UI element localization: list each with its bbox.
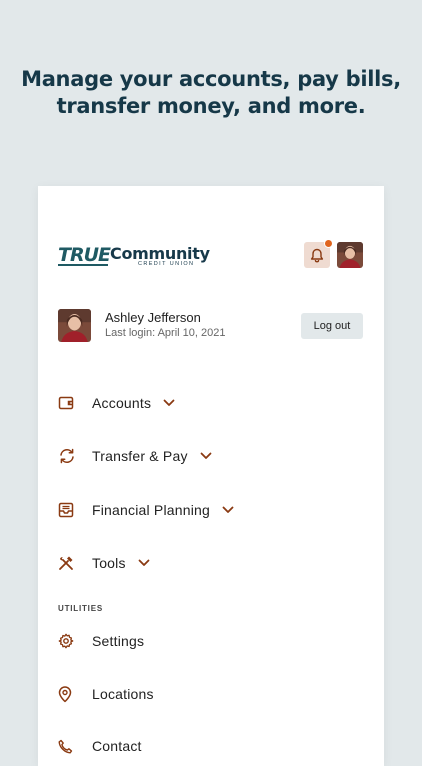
logo-underline [58,264,108,266]
chevron-down-icon [163,399,175,407]
avatar-image [337,242,363,268]
headline: Manage your accounts, pay bills, transfe… [0,66,422,120]
transfer-icon [58,446,84,466]
menu-item-tools[interactable]: Tools [58,548,358,578]
menu-item-transfer-pay[interactable]: Transfer & Pay [58,441,358,471]
last-login-text: Last login: April 10, 2021 [105,327,226,339]
logout-button[interactable]: Log out [301,313,363,339]
notification-badge-dot [324,239,333,248]
navigation-panel: TRUE Community CREDIT UNION Ashley Jeffe… [38,186,384,766]
utility-item-contact[interactable]: Contact [58,731,358,761]
logo-subtitle: CREDIT UNION [138,261,195,267]
utilities-section-label: UTILITIES [58,604,103,613]
brand-logo[interactable]: TRUE Community CREDIT UNION [58,244,210,270]
user-name: Ashley Jefferson [105,310,201,325]
menu-item-label: Financial Planning [92,502,211,518]
user-avatar [58,309,91,342]
user-photo [58,309,91,342]
headline-line-2: transfer money, and more. [56,94,366,118]
location-pin-icon [58,684,84,704]
gear-icon [58,631,84,651]
headline-line-1: Manage your accounts, pay bills, [21,67,401,91]
utility-item-settings[interactable]: Settings [58,626,358,656]
menu-item-financial-planning[interactable]: Financial Planning [58,495,358,525]
menu-item-label: Transfer & Pay [92,448,188,464]
bell-icon [310,248,324,262]
menu-item-label: Accounts [92,395,152,411]
profile-avatar-button[interactable] [337,242,363,268]
wallet-icon [58,393,84,413]
chevron-down-icon [138,559,150,567]
chevron-down-icon [200,452,212,460]
utility-item-label: Contact [92,738,142,754]
utility-item-label: Settings [92,633,145,649]
chevron-down-icon [222,506,234,514]
utility-item-locations[interactable]: Locations [58,679,358,709]
inbox-icon [58,500,84,520]
phone-icon [58,736,84,756]
logo-word-true: TRUE [58,244,111,266]
menu-item-accounts[interactable]: Accounts [58,388,358,418]
utility-item-label: Locations [92,686,154,702]
tools-icon [58,553,84,573]
menu-item-label: Tools [92,555,126,571]
notifications-button[interactable] [304,239,333,268]
